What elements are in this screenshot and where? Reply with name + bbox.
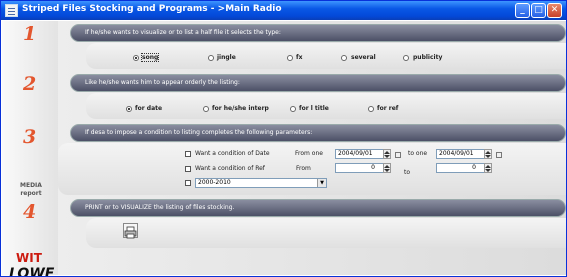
brand-logo-line2: LOWE bbox=[9, 266, 55, 277]
section-3-header: If desa to impose a condition to listing… bbox=[70, 124, 566, 142]
radio-for-date[interactable] bbox=[126, 106, 132, 112]
date-to-picker-button[interactable] bbox=[496, 152, 502, 158]
ref-from-label: From bbox=[296, 165, 311, 172]
ref-to-spinner[interactable] bbox=[484, 163, 492, 173]
section-2-header: Like he/she wants him to appear orderly … bbox=[70, 74, 566, 92]
app-window: Striped Files Stocking and Programs - >M… bbox=[0, 0, 567, 277]
range-checkbox[interactable] bbox=[185, 180, 191, 186]
step-2-number: 2 bbox=[23, 73, 37, 95]
radio-for-interp[interactable] bbox=[203, 106, 209, 112]
radio-publicity-label[interactable]: publicity bbox=[413, 54, 442, 61]
date-from-field[interactable]: 2004/09/01 bbox=[335, 149, 385, 159]
radio-several[interactable] bbox=[341, 55, 347, 61]
radio-for-title[interactable] bbox=[290, 106, 296, 112]
date-from-label: From one bbox=[295, 150, 323, 157]
radio-for-ref-label[interactable]: for ref bbox=[377, 105, 398, 112]
radio-fx[interactable] bbox=[287, 55, 293, 61]
section-2-band: for date for he/she interp for l title f… bbox=[86, 93, 566, 119]
radio-fx-label[interactable]: fx bbox=[296, 54, 302, 61]
section-1-title: If he/she wants to visualize or to list … bbox=[85, 29, 281, 36]
sidebar: 1 2 3 MEDIA report 4 WIT LOWE bbox=[2, 21, 58, 277]
radio-for-title-label[interactable]: for l title bbox=[299, 105, 329, 112]
date-from-picker-button[interactable] bbox=[395, 152, 401, 158]
radio-publicity[interactable] bbox=[403, 55, 409, 61]
window-title: Striped Files Stocking and Programs - >M… bbox=[22, 4, 282, 14]
title-bar[interactable]: Striped Files Stocking and Programs - >M… bbox=[1, 1, 566, 20]
maximize-button[interactable]: □ bbox=[531, 3, 546, 18]
report-label: report bbox=[20, 190, 42, 197]
media-label: MEDIA bbox=[20, 182, 42, 189]
section-1-band: song jingle fx several publicity bbox=[86, 43, 566, 69]
minimize-button[interactable]: _ bbox=[515, 3, 530, 18]
media-report-label: MEDIA report bbox=[20, 182, 42, 198]
ref-from-spinner[interactable] bbox=[383, 163, 391, 173]
chevron-down-icon[interactable]: ▼ bbox=[317, 179, 326, 187]
date-condition-checkbox[interactable] bbox=[185, 151, 191, 157]
radio-several-label[interactable]: several bbox=[351, 54, 376, 61]
step-1-number: 1 bbox=[23, 23, 37, 45]
step-4-number: 4 bbox=[23, 201, 37, 223]
printer-icon bbox=[124, 226, 137, 239]
section-4-header: PRINT or to VISUALIZE the listing of fil… bbox=[70, 199, 566, 217]
radio-for-date-label[interactable]: for date bbox=[135, 105, 162, 112]
radio-song[interactable] bbox=[133, 55, 139, 61]
section-4-title: PRINT or to VISUALIZE the listing of fil… bbox=[85, 204, 235, 211]
section-2-title: Like he/she wants him to appear orderly … bbox=[85, 79, 240, 86]
date-from-spinner[interactable] bbox=[383, 149, 391, 159]
ref-to-label: to bbox=[404, 169, 411, 176]
section-3-band: Want a condition of Date From one 2004/0… bbox=[58, 143, 566, 195]
app-icon bbox=[5, 4, 18, 17]
print-button[interactable] bbox=[123, 223, 138, 239]
radio-for-ref[interactable] bbox=[368, 106, 374, 112]
date-to-field[interactable]: 2004/09/01 bbox=[436, 149, 486, 159]
ref-to-field[interactable]: 0 bbox=[436, 163, 486, 173]
radio-jingle-label[interactable]: jingle bbox=[217, 54, 236, 61]
ref-from-field[interactable]: 0 bbox=[335, 163, 385, 173]
section-3-title: If desa to impose a condition to listing… bbox=[85, 129, 313, 136]
range-select-value: 2000-2010 bbox=[198, 179, 231, 186]
section-1-header: If he/she wants to visualize or to list … bbox=[70, 24, 566, 42]
radio-song-label[interactable]: song bbox=[140, 53, 160, 62]
date-to-label: to one bbox=[408, 150, 428, 157]
ref-condition-checkbox[interactable] bbox=[185, 166, 191, 172]
close-button[interactable]: ✕ bbox=[547, 3, 562, 18]
radio-jingle[interactable] bbox=[208, 55, 214, 61]
date-to-spinner[interactable] bbox=[484, 149, 492, 159]
date-condition-label: Want a condition of Date bbox=[195, 150, 270, 157]
main-panel: If he/she wants to visualize or to list … bbox=[58, 21, 566, 275]
brand-logo-line1: WIT bbox=[16, 251, 42, 265]
ref-condition-label: Want a condition of Ref bbox=[195, 165, 265, 172]
step-3-number: 3 bbox=[23, 126, 37, 148]
radio-for-interp-label[interactable]: for he/she interp bbox=[212, 105, 269, 112]
range-select[interactable]: 2000-2010 ▼ bbox=[195, 178, 327, 188]
section-4-band bbox=[86, 218, 566, 248]
